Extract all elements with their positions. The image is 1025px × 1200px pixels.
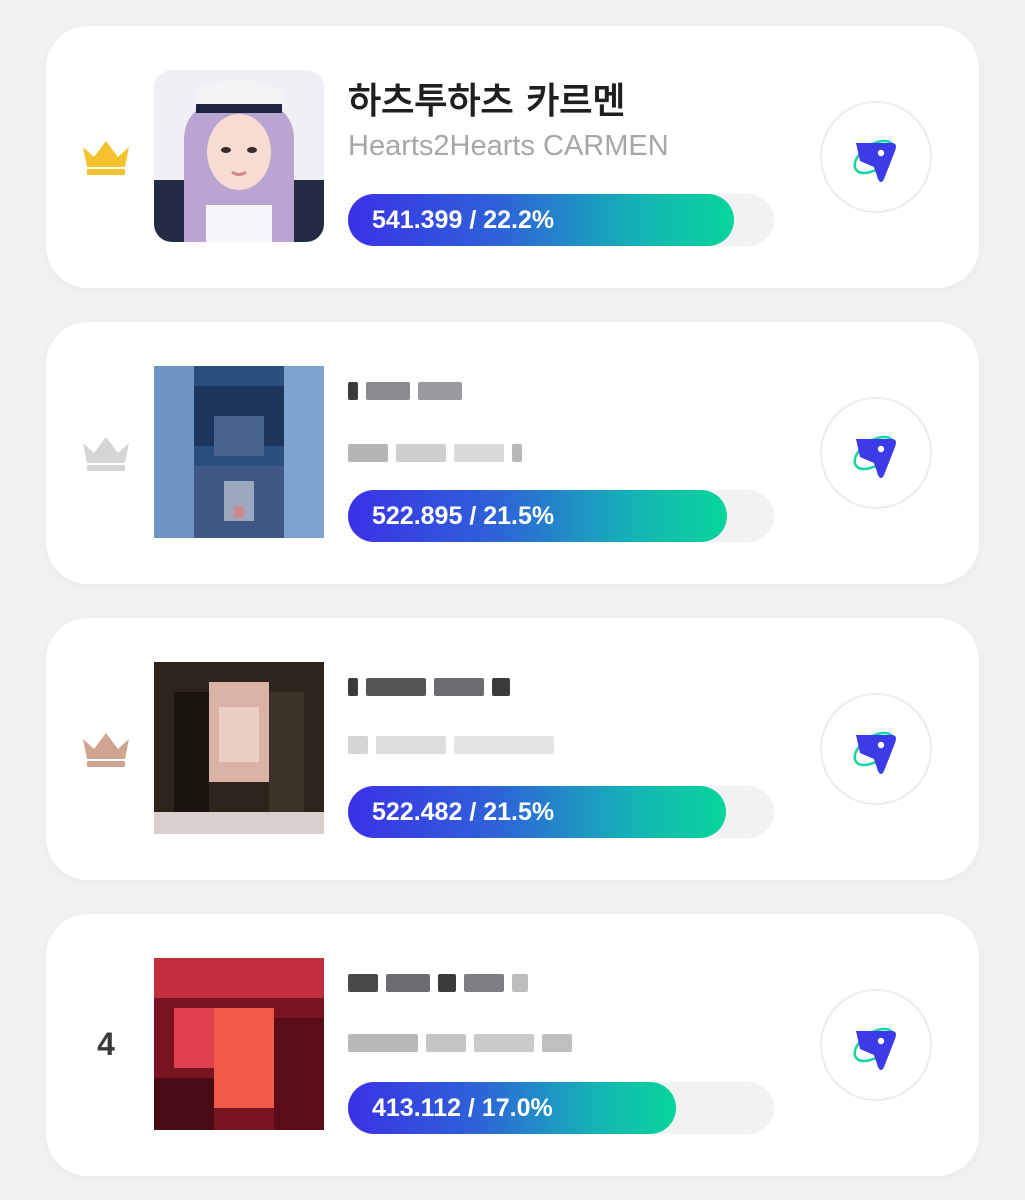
avatar	[154, 366, 324, 538]
candidate-subtitle-redacted	[348, 1034, 572, 1052]
ranking-list: 하츠투하츠 카르멘 Hearts2Hearts CARMEN 541.399 /…	[0, 0, 1025, 1200]
candidate-subtitle-redacted	[348, 444, 522, 462]
vote-count-label: 522.895 / 21.5%	[372, 502, 555, 530]
vote-button[interactable]	[820, 397, 932, 509]
vote-count-label: 413.112 / 17.0%	[372, 1094, 553, 1122]
silver-crown-icon	[76, 429, 136, 477]
avatar	[154, 958, 324, 1130]
vote-progress-bar: 522.482 / 21.5%	[348, 786, 774, 838]
app-logo-icon	[853, 139, 896, 182]
vote-progress-bar: 413.112 / 17.0%	[348, 1082, 774, 1134]
gold-crown-icon	[76, 133, 136, 181]
vote-count-label: 541.399 / 22.2%	[372, 206, 555, 234]
ranking-card[interactable]: 522.895 / 21.5%	[46, 322, 979, 584]
vote-button[interactable]	[820, 693, 932, 805]
bronze-crown-icon	[76, 725, 136, 773]
ranking-card[interactable]: 하츠투하츠 카르멘 Hearts2Hearts CARMEN 541.399 /…	[46, 26, 979, 288]
candidate-name-english: Hearts2Hearts CARMEN	[348, 130, 669, 162]
candidate-name: 하츠투하츠 카르멘	[348, 81, 626, 122]
candidate-name-redacted	[348, 678, 510, 696]
vote-count-label: 522.482 / 21.5%	[372, 798, 555, 826]
ranking-card[interactable]: 522.482 / 21.5%	[46, 618, 979, 880]
app-logo-icon	[853, 1027, 896, 1070]
avatar	[154, 70, 324, 242]
candidate-subtitle-redacted	[348, 736, 554, 754]
vote-progress-bar: 522.895 / 21.5%	[348, 490, 774, 542]
avatar	[154, 662, 324, 834]
candidate-name-redacted	[348, 382, 462, 400]
vote-button[interactable]	[820, 989, 932, 1101]
app-logo-icon	[853, 731, 896, 774]
app-logo-icon	[853, 435, 896, 478]
ranking-card[interactable]: 4 413.112 / 17.0%	[46, 914, 979, 1176]
vote-progress-bar: 541.399 / 22.2%	[348, 194, 774, 246]
vote-button[interactable]	[820, 101, 932, 213]
rank-number: 4	[97, 1025, 115, 1062]
candidate-name-redacted	[348, 974, 528, 992]
